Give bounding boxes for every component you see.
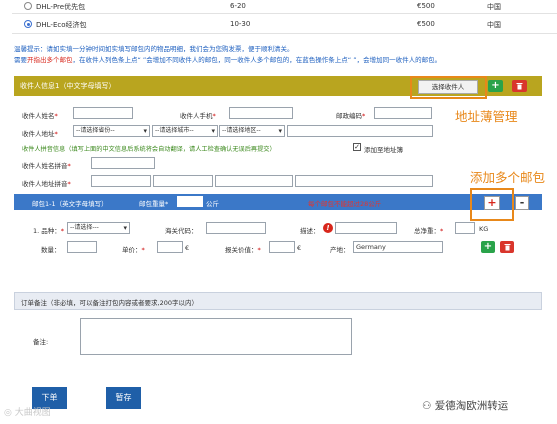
address-pinyin-label: 收件人地址拼音* xyxy=(22,180,71,188)
origin-label: 产地： xyxy=(330,246,350,254)
declared-value-label: 报关价值：* xyxy=(225,246,261,254)
shipping-option-price: €500 xyxy=(417,20,435,28)
declared-value-currency: € xyxy=(297,244,302,252)
add-recipient-button[interactable]: + xyxy=(488,80,503,92)
net-weight-input[interactable] xyxy=(455,222,475,234)
province-select[interactable]: --请选择省份-- xyxy=(73,125,150,137)
shipping-option-radio-selected[interactable] xyxy=(24,20,32,28)
recipient-name-label: 收件人姓名* xyxy=(22,112,58,120)
save-draft-button[interactable]: 暂存 xyxy=(106,387,141,409)
watermark-right: ⚇ 爱德淘欧洲转运 xyxy=(422,400,509,412)
recipient-address-label: 收件人地址* xyxy=(22,130,58,138)
wechat-icon: ⚇ xyxy=(422,400,432,412)
notice-line-2: 需要开指出多个邮包，在收件人列色条上点“ ”会增加不同收件人的邮包，同一收件人多… xyxy=(14,56,442,64)
parcel-weight-unit: 公斤 xyxy=(206,200,219,208)
net-weight-unit: KG xyxy=(479,225,489,233)
unit-price-currency: € xyxy=(185,244,190,252)
shipping-option-weight: 6-20 xyxy=(230,2,246,10)
shipping-option-row[interactable]: DHL-Pre优先包 6-20 €500 中国 xyxy=(12,0,557,14)
notes-textarea[interactable] xyxy=(80,318,352,355)
pinyin-note: 收件人拼音信息（填写上面的中文信息后系统将会自动翻译，请人工检查确认无误后再提交… xyxy=(22,146,276,153)
shipping-option-name: DHL-Eco经济包 xyxy=(36,21,87,29)
camera-icon: ◎ xyxy=(4,408,12,418)
address-pinyin-input-2[interactable] xyxy=(153,175,213,187)
name-pinyin-input[interactable] xyxy=(91,157,155,169)
recipient-phone-label: 收件人手机* xyxy=(180,112,216,120)
recipient-header-title: 收件人信息1（中文字母填写） xyxy=(20,82,116,90)
address-pinyin-input-3[interactable] xyxy=(215,175,293,187)
address-book-checkbox[interactable]: ✓ xyxy=(353,143,361,151)
customs-code-input[interactable] xyxy=(206,222,266,234)
notice-box: 温馨提示：请如实填一分钟时间如实填写邮包内的物品明细，我们会为您购发票，便于顺利… xyxy=(14,44,554,66)
recipient-phone-input[interactable] xyxy=(229,107,293,119)
city-select[interactable]: --请选择城市-- xyxy=(152,125,218,137)
delete-item-button[interactable] xyxy=(500,241,514,253)
parcel-header-bar: 邮包1-1（英文字母填写） 邮包重量* 公斤 每个邮包不能超过28公斤 xyxy=(14,194,542,210)
plus-icon: + xyxy=(491,80,500,91)
shipping-option-row[interactable]: DHL-Eco经济包 10-30 €500 中国 xyxy=(12,14,557,34)
description-label: 描述： xyxy=(300,227,320,235)
net-weight-label: 总净重：* xyxy=(414,227,444,235)
notes-header-title: 订单备注（非必填，可以备注打包内容或者要求,200字以内） xyxy=(21,299,198,307)
notes-header-bar: 订单备注（非必填，可以备注打包内容或者要求,200字以内） xyxy=(14,292,542,310)
item-category-select[interactable]: --请选择--- xyxy=(67,222,130,234)
notice-line-1: 温馨提示：请如实填一分钟时间如实填写邮包内的物品明细，我们会为您购发票，便于顺利… xyxy=(14,45,294,53)
shipping-option-weight: 10-30 xyxy=(230,20,251,28)
parcel-weight-label: 邮包重量* xyxy=(139,200,169,208)
shipping-option-price: €500 xyxy=(417,2,435,10)
address-pinyin-input-4[interactable] xyxy=(295,175,433,187)
plus-icon: + xyxy=(483,241,493,252)
trash-icon xyxy=(516,83,523,90)
shipping-option-country: 中国 xyxy=(487,3,501,11)
district-select[interactable]: --请选择地区-- xyxy=(219,125,285,137)
address-pinyin-input-1[interactable] xyxy=(91,175,151,187)
select-recipient-button[interactable]: 选择收件人 xyxy=(418,80,478,94)
trash-icon xyxy=(504,244,510,251)
remove-parcel-button[interactable]: - xyxy=(515,196,529,210)
parcel-header-title: 邮包1-1（英文字母填写） xyxy=(32,200,108,208)
shipping-option-country: 中国 xyxy=(487,21,501,29)
item-category-label: 1. 品种：* xyxy=(33,227,65,235)
info-icon[interactable]: ! xyxy=(323,223,333,233)
name-pinyin-label: 收件人姓名拼音* xyxy=(22,162,71,170)
recipient-name-input[interactable] xyxy=(73,107,133,119)
zip-code-input[interactable] xyxy=(374,107,432,119)
unit-price-input[interactable] xyxy=(157,241,183,253)
parcel-weight-warning: 每个邮包不能超过28公斤 xyxy=(308,200,382,208)
watermark-left: ◎ 大曲视图 xyxy=(4,408,51,418)
zip-code-label: 邮政编码* xyxy=(336,112,366,120)
annotation-add-parcels: 添加多个邮包 xyxy=(470,170,546,185)
address-book-checkbox-label: 添加至地址簿 xyxy=(364,146,403,154)
shipping-option-radio[interactable] xyxy=(24,2,32,10)
unit-price-label: 单价：* xyxy=(122,246,145,254)
origin-input[interactable]: Germany xyxy=(353,241,443,253)
declared-value-input[interactable] xyxy=(269,241,295,253)
notes-label: 备注: xyxy=(33,338,49,346)
customs-code-label: 海关代码： xyxy=(165,227,198,235)
shipping-option-name: DHL-Pre优先包 xyxy=(36,3,86,11)
delete-recipient-button[interactable] xyxy=(512,80,527,92)
street-address-input[interactable] xyxy=(287,125,433,137)
quantity-input[interactable] xyxy=(67,241,97,253)
add-parcel-button[interactable]: + xyxy=(484,196,500,210)
parcel-weight-input[interactable] xyxy=(177,196,203,207)
add-item-button[interactable]: + xyxy=(481,241,495,253)
description-input[interactable] xyxy=(335,222,397,234)
annotation-address-book: 地址薄管理 xyxy=(455,109,518,124)
quantity-label: 数量： xyxy=(41,246,61,254)
notice-highlight: 开指出多个邮包 xyxy=(27,56,73,64)
